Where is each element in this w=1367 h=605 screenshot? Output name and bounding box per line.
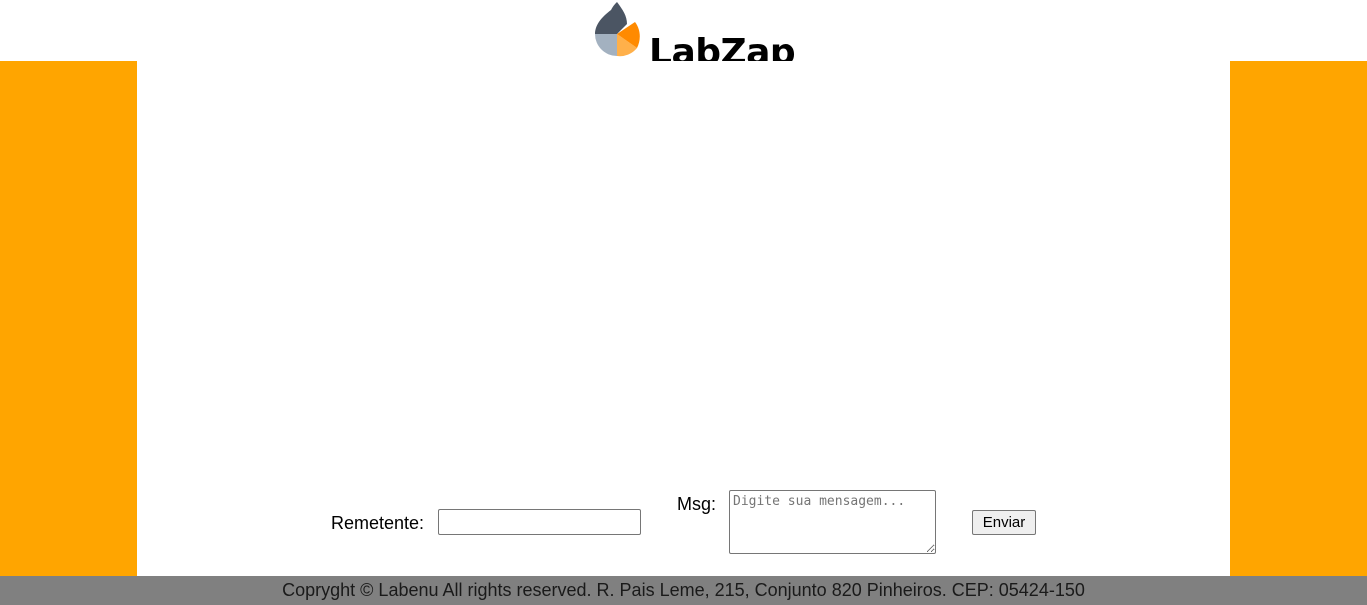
page: LabZap Remetente: Msg: Enviar Copryght ©… bbox=[0, 0, 1367, 605]
sender-label: Remetente: bbox=[331, 513, 425, 533]
left-side-panel bbox=[0, 61, 137, 576]
chat-area: Remetente: Msg: Enviar bbox=[137, 61, 1230, 576]
footer: Copryght © Labenu All rights reserved. R… bbox=[0, 576, 1367, 605]
send-button[interactable]: Enviar bbox=[972, 510, 1036, 535]
right-side-panel bbox=[1230, 61, 1367, 576]
message-label: Msg: bbox=[677, 494, 717, 514]
labenu-flame-logo-icon bbox=[593, 2, 643, 60]
header: LabZap bbox=[0, 0, 1367, 73]
message-textarea[interactable] bbox=[729, 490, 936, 554]
footer-copyright: Copryght © Labenu All rights reserved. R… bbox=[282, 580, 1085, 600]
sender-input[interactable] bbox=[438, 509, 641, 535]
